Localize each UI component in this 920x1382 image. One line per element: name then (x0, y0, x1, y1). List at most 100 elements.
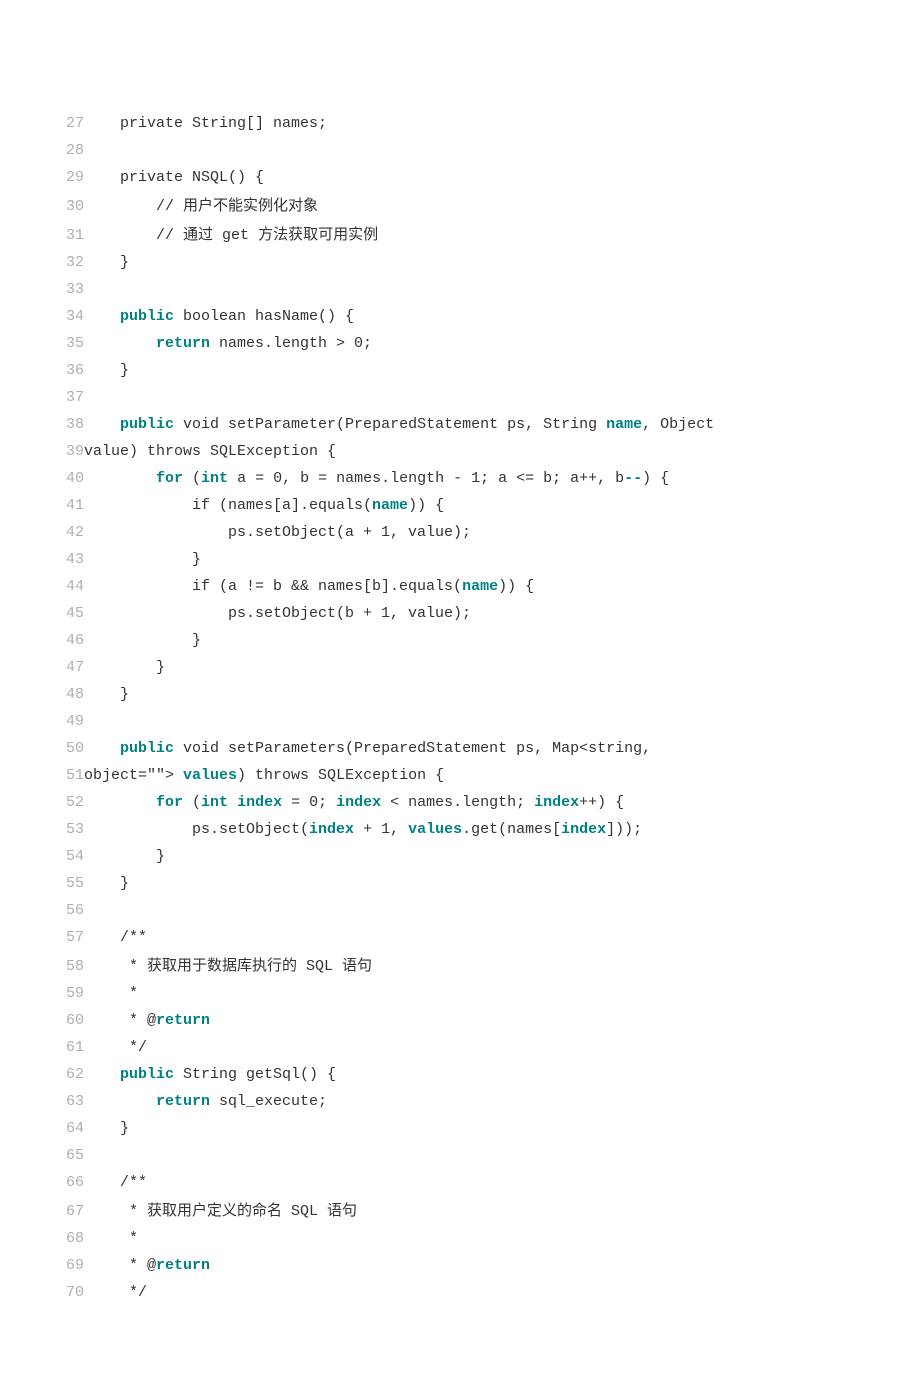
code-line: 50 public void setParameters(PreparedSta… (60, 735, 860, 762)
line-number: 43 (60, 546, 84, 573)
code-text: for (int a = 0, b = names.length - 1; a … (84, 465, 669, 492)
code-line: 48 } (60, 681, 860, 708)
line-number: 63 (60, 1088, 84, 1115)
code-text: * (84, 1225, 138, 1252)
line-number: 30 (60, 193, 84, 220)
line-number: 49 (60, 708, 84, 735)
code-text: */ (84, 1034, 147, 1061)
code-line: 40 for (int a = 0, b = names.length - 1;… (60, 465, 860, 492)
code-line: 27 private String[] names; (60, 110, 860, 137)
line-number: 54 (60, 843, 84, 870)
line-number: 64 (60, 1115, 84, 1142)
code-text: private NSQL() { (84, 164, 264, 191)
code-text: public boolean hasName() { (84, 303, 354, 330)
code-text: public String getSql() { (84, 1061, 336, 1088)
line-number: 31 (60, 222, 84, 249)
code-line: 49 (60, 708, 860, 735)
line-number: 61 (60, 1034, 84, 1061)
line-number: 34 (60, 303, 84, 330)
code-line: 66 /** (60, 1169, 860, 1196)
code-line: 61 */ (60, 1034, 860, 1061)
line-number: 57 (60, 924, 84, 951)
code-line: 52 for (int index = 0; index < names.len… (60, 789, 860, 816)
line-number: 47 (60, 654, 84, 681)
code-text: ps.setObject(b + 1, value); (84, 600, 471, 627)
code-line: 29 private NSQL() { (60, 164, 860, 191)
code-text: } (84, 1115, 129, 1142)
code-line: 47 } (60, 654, 860, 681)
code-text: * @return (84, 1007, 210, 1034)
code-line: 63 return sql_execute; (60, 1088, 860, 1115)
code-line: 31 // 通过 get 方法获取可用实例 (60, 220, 860, 249)
code-line: 58 * 获取用于数据库执行的 SQL 语句 (60, 951, 860, 980)
code-text: // 通过 get 方法获取可用实例 (84, 220, 378, 249)
line-number: 45 (60, 600, 84, 627)
line-number: 33 (60, 276, 84, 303)
code-text: return sql_execute; (84, 1088, 327, 1115)
line-number: 69 (60, 1252, 84, 1279)
line-number: 50 (60, 735, 84, 762)
code-text: return names.length > 0; (84, 330, 372, 357)
line-number: 53 (60, 816, 84, 843)
line-number: 65 (60, 1142, 84, 1169)
code-text: for (int index = 0; index < names.length… (84, 789, 624, 816)
line-number: 39 (60, 438, 84, 465)
code-line: 33 (60, 276, 860, 303)
line-number: 62 (60, 1061, 84, 1088)
code-line: 37 (60, 384, 860, 411)
code-line: 62 public String getSql() { (60, 1061, 860, 1088)
code-text: } (84, 546, 201, 573)
code-document: 27 private String[] names;2829 private N… (0, 0, 920, 1382)
line-number: 51 (60, 762, 84, 789)
code-line: 54 } (60, 843, 860, 870)
line-number: 52 (60, 789, 84, 816)
code-line: 59 * (60, 980, 860, 1007)
code-text: // 用户不能实例化对象 (84, 191, 318, 220)
code-line: 34 public boolean hasName() { (60, 303, 860, 330)
line-number: 66 (60, 1169, 84, 1196)
code-text: } (84, 843, 165, 870)
code-text: } (84, 249, 129, 276)
code-text: } (84, 627, 201, 654)
line-number: 28 (60, 137, 84, 164)
line-number: 41 (60, 492, 84, 519)
code-text: ps.setObject(a + 1, value); (84, 519, 471, 546)
code-text: * (84, 980, 138, 1007)
code-text: * 获取用于数据库执行的 SQL 语句 (84, 951, 372, 980)
line-number: 46 (60, 627, 84, 654)
code-text: public void setParameter(PreparedStateme… (84, 411, 714, 438)
code-text: } (84, 654, 165, 681)
code-line: 28 (60, 137, 860, 164)
code-text: ps.setObject(index + 1, values.get(names… (84, 816, 642, 843)
code-text: if (names[a].equals(name)) { (84, 492, 444, 519)
code-line: 55 } (60, 870, 860, 897)
code-text: public void setParameters(PreparedStatem… (84, 735, 651, 762)
code-text: object=""> values) throws SQLException { (84, 762, 444, 789)
code-line: 39value) throws SQLException { (60, 438, 860, 465)
code-line: 44 if (a != b && names[b].equals(name)) … (60, 573, 860, 600)
code-line: 35 return names.length > 0; (60, 330, 860, 357)
line-number: 58 (60, 953, 84, 980)
line-number: 42 (60, 519, 84, 546)
code-line: 51object=""> values) throws SQLException… (60, 762, 860, 789)
code-line: 41 if (names[a].equals(name)) { (60, 492, 860, 519)
code-line: 45 ps.setObject(b + 1, value); (60, 600, 860, 627)
line-number: 48 (60, 681, 84, 708)
line-number: 32 (60, 249, 84, 276)
code-text: value) throws SQLException { (84, 438, 336, 465)
code-line: 42 ps.setObject(a + 1, value); (60, 519, 860, 546)
code-text: } (84, 870, 129, 897)
code-text: } (84, 357, 129, 384)
line-number: 35 (60, 330, 84, 357)
code-line: 56 (60, 897, 860, 924)
line-number: 67 (60, 1198, 84, 1225)
code-text: } (84, 681, 129, 708)
code-line: 60 * @return (60, 1007, 860, 1034)
code-line: 36 } (60, 357, 860, 384)
line-number: 37 (60, 384, 84, 411)
code-text: * @return (84, 1252, 210, 1279)
code-line: 57 /** (60, 924, 860, 951)
line-number: 44 (60, 573, 84, 600)
code-line: 68 * (60, 1225, 860, 1252)
code-line: 30 // 用户不能实例化对象 (60, 191, 860, 220)
